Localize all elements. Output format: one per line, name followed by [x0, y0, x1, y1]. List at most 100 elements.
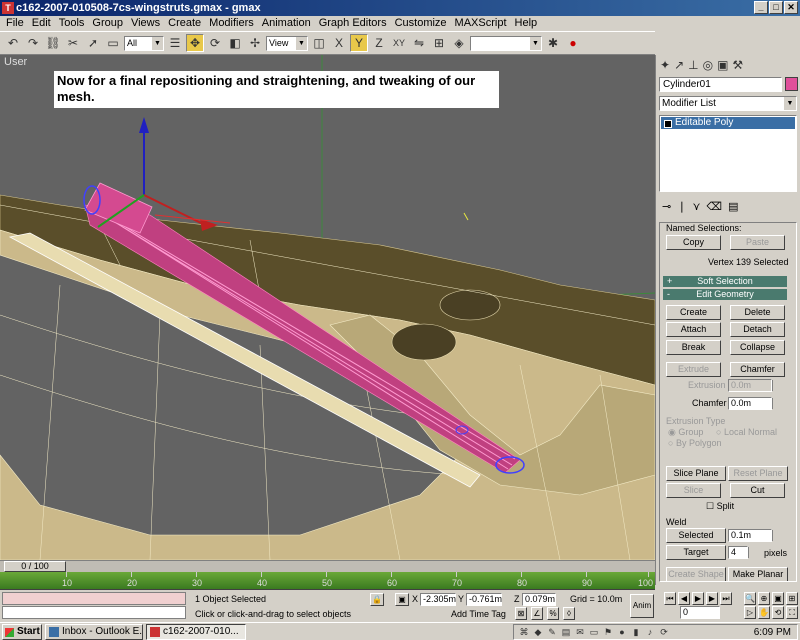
scale-icon[interactable]: ◧ [226, 34, 244, 52]
menu-modifiers[interactable]: Modifiers [205, 16, 258, 30]
utilities-tab-icon[interactable]: ⚒ [732, 58, 743, 72]
weld-threshold-spinner[interactable]: 0.1m [728, 529, 783, 542]
remove-modifier-icon[interactable]: ⌫ [707, 200, 723, 213]
tray-network-icon[interactable]: ⌘ [518, 626, 530, 638]
percent-snap-icon[interactable]: % [547, 607, 559, 620]
menu-file[interactable]: File [2, 16, 28, 30]
add-time-tag-button[interactable]: Add Time Tag [451, 609, 506, 619]
zoom-extents-all-icon[interactable]: ⊞ [786, 592, 798, 605]
make-unique-icon[interactable]: ⋎ [692, 200, 700, 213]
menu-help[interactable]: Help [511, 16, 542, 30]
pin-stack-icon[interactable]: ⊸ [662, 200, 671, 213]
z-coord-field[interactable]: 0.079m [522, 593, 556, 606]
rotate-icon[interactable]: ⟳ [206, 34, 224, 52]
prev-frame-icon[interactable]: ◀ [678, 592, 690, 605]
named-selection-dropdown[interactable] [470, 35, 542, 51]
y-coord-field[interactable]: -0.761m [466, 593, 502, 606]
link-icon[interactable]: ⛓ [44, 34, 62, 52]
time-slider[interactable]: 0 / 100 [0, 560, 655, 572]
absolute-mode-icon[interactable]: ▣ [395, 593, 409, 606]
selection-filter-dropdown[interactable]: All [124, 35, 164, 51]
menu-tools[interactable]: Tools [55, 16, 89, 30]
goto-end-icon[interactable]: ⏭ [720, 592, 732, 605]
quick-render-icon[interactable]: ● [564, 34, 582, 52]
pivot-icon[interactable]: ✢ [246, 34, 264, 52]
chamfer-button[interactable]: Chamfer [730, 362, 785, 377]
paste-button[interactable]: Paste [730, 235, 785, 250]
arc-rotate-icon[interactable]: ⟲ [772, 606, 784, 619]
time-slider-thumb[interactable]: 0 / 100 [4, 561, 66, 572]
zoom-all-icon[interactable]: ⊕ [758, 592, 770, 605]
undo-icon[interactable]: ↶ [4, 34, 22, 52]
tray-folder-icon[interactable]: ▤ [560, 626, 572, 638]
make-planar-button[interactable]: Make Planar [728, 567, 788, 581]
play-icon[interactable]: ▶ [692, 592, 704, 605]
taskbar-outlook[interactable]: Inbox - Outlook E... [45, 623, 143, 640]
slice-plane-button[interactable]: Slice Plane [666, 466, 726, 481]
maxscript-listener-mini[interactable] [2, 592, 186, 605]
maximize-button[interactable]: □ [769, 1, 783, 14]
axis-z-icon[interactable]: Z [370, 34, 388, 52]
menu-graph-editors[interactable]: Graph Editors [315, 16, 391, 30]
stack-item-editable-poly[interactable]: Editable Poly [661, 117, 795, 129]
cut-button[interactable]: Cut [730, 483, 785, 498]
create-button[interactable]: Create [666, 305, 721, 320]
edit-geometry-rollout[interactable]: - Edit Geometry [663, 289, 787, 300]
tray-tool-icon[interactable]: ✎ [546, 626, 558, 638]
mirror-icon[interactable]: ⇋ [410, 34, 428, 52]
tray-security-icon[interactable]: ⚑ [602, 626, 614, 638]
tray-battery-icon[interactable]: ▮ [630, 626, 642, 638]
tray-shield-icon[interactable]: ◆ [532, 626, 544, 638]
extrude-button[interactable]: Extrude [666, 362, 721, 377]
use-pivot-icon[interactable]: ◫ [310, 34, 328, 52]
configure-sets-icon[interactable]: ▤ [728, 200, 738, 213]
menu-views[interactable]: Views [127, 16, 164, 30]
animate-button[interactable]: Anim [630, 594, 654, 618]
by-polygon-radio[interactable]: ○ By Polygon [668, 438, 721, 448]
zoom-icon[interactable]: 🔍 [744, 592, 756, 605]
reference-coord-dropdown[interactable]: View [266, 35, 308, 51]
group-radio[interactable]: ◉ Group [668, 427, 703, 438]
attach-button[interactable]: Attach [666, 322, 721, 337]
axis-xy-icon[interactable]: XY [390, 34, 408, 52]
select-region-icon[interactable]: ▭ [104, 34, 122, 52]
unlink-icon[interactable]: ✂ [64, 34, 82, 52]
axis-y-icon[interactable]: Y [350, 34, 368, 52]
pan-icon[interactable]: ✋ [758, 606, 770, 619]
menu-maxscript[interactable]: MAXScript [451, 16, 511, 30]
tray-antivirus-icon[interactable]: ● [616, 626, 628, 638]
taskbar-gmax[interactable]: c162-2007-010... [146, 623, 246, 640]
slice-button[interactable]: Slice [666, 483, 721, 498]
snap-icon[interactable]: ⊠ [515, 607, 527, 620]
track-bar[interactable]: 10 20 30 40 50 60 70 80 90 100 [0, 572, 655, 590]
menu-edit[interactable]: Edit [28, 16, 55, 30]
maximize-viewport-icon[interactable]: ⛶ [786, 606, 798, 619]
soft-selection-rollout[interactable]: + Soft Selection [663, 276, 787, 287]
maxscript-input[interactable] [2, 606, 186, 619]
modifier-list-dropdown[interactable]: Modifier List [659, 96, 797, 111]
start-button[interactable]: Start [2, 623, 42, 640]
motion-tab-icon[interactable]: ◎ [703, 58, 713, 72]
hierarchy-tab-icon[interactable]: ⊥ [688, 58, 698, 72]
select-by-name-icon[interactable]: ☰ [166, 34, 184, 52]
current-frame-field[interactable]: 0 [680, 606, 720, 619]
detach-button[interactable]: Detach [730, 322, 785, 337]
collapse-button[interactable]: Collapse [730, 340, 785, 355]
object-name-field[interactable]: Cylinder01 [659, 77, 782, 92]
align-icon[interactable]: ⊞ [430, 34, 448, 52]
chamfer-spinner[interactable]: 0.0m [728, 397, 783, 410]
select-arrow-icon[interactable]: ➚ [84, 34, 102, 52]
tray-volume-icon[interactable]: ♪ [644, 626, 656, 638]
weld-selected-button[interactable]: Selected [666, 528, 726, 543]
axis-x-icon[interactable]: X [330, 34, 348, 52]
extrusion-spinner[interactable]: 0.0m [728, 379, 783, 392]
show-end-result-icon[interactable]: ❘ [677, 200, 686, 213]
move-icon[interactable]: ✥ [186, 34, 204, 52]
spinner-snap-icon[interactable]: ◊ [563, 607, 575, 620]
object-color-swatch[interactable] [785, 77, 798, 91]
modify-tab-icon[interactable]: ↗ [674, 58, 684, 72]
tray-display-icon[interactable]: ▭ [588, 626, 600, 638]
next-frame-icon[interactable]: ▶ [706, 592, 718, 605]
fov-icon[interactable]: ▷ [744, 606, 756, 619]
break-button[interactable]: Break [666, 340, 721, 355]
